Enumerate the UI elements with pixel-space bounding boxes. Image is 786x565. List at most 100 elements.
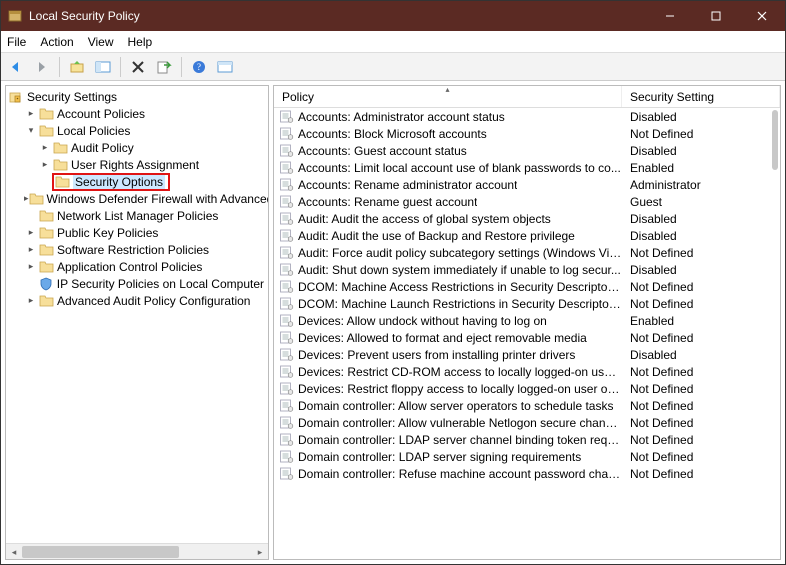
forward-button[interactable] xyxy=(31,56,53,78)
tree-item[interactable]: ▸Application Control Policies xyxy=(6,258,268,275)
policy-row[interactable]: DCOM: Machine Access Restrictions in Sec… xyxy=(274,278,780,295)
policy-row[interactable]: Accounts: Rename guest accountGuest xyxy=(274,193,780,210)
expander-icon[interactable]: ▾ xyxy=(24,125,38,136)
policy-row[interactable]: Domain controller: Refuse machine accoun… xyxy=(274,465,780,482)
back-button[interactable] xyxy=(5,56,27,78)
policy-row[interactable]: Audit: Audit the access of global system… xyxy=(274,210,780,227)
policy-row[interactable]: Devices: Allow undock without having to … xyxy=(274,312,780,329)
policy-setting: Not Defined xyxy=(622,450,780,464)
policy-name: Accounts: Administrator account status xyxy=(298,110,505,124)
tree-item-label: Network List Manager Policies xyxy=(57,209,218,223)
expander-icon[interactable]: ▸ xyxy=(38,159,52,170)
folder-icon xyxy=(38,107,54,121)
policy-name-cell: DCOM: Machine Launch Restrictions in Sec… xyxy=(274,297,622,311)
maximize-button[interactable] xyxy=(693,1,739,31)
tree-item[interactable]: Network List Manager Policies xyxy=(6,207,268,224)
policy-setting: Not Defined xyxy=(622,297,780,311)
scroll-right-icon[interactable]: ▸ xyxy=(252,544,268,560)
menubar: File Action View Help xyxy=(1,31,785,53)
policy-row[interactable]: Devices: Allowed to format and eject rem… xyxy=(274,329,780,346)
help-button[interactable]: ? xyxy=(188,56,210,78)
window-controls xyxy=(647,1,785,31)
policy-icon xyxy=(278,467,294,481)
policy-icon xyxy=(278,246,294,260)
policy-row[interactable]: Devices: Restrict CD-ROM access to local… xyxy=(274,363,780,380)
up-button[interactable] xyxy=(66,56,88,78)
menu-view[interactable]: View xyxy=(88,35,114,49)
policy-row[interactable]: Accounts: Administrator account statusDi… xyxy=(274,108,780,125)
menu-action[interactable]: Action xyxy=(40,35,73,49)
policy-setting: Not Defined xyxy=(622,331,780,345)
expander-icon[interactable]: ▸ xyxy=(24,227,38,238)
policy-row[interactable]: DCOM: Machine Launch Restrictions in Sec… xyxy=(274,295,780,312)
menu-help[interactable]: Help xyxy=(128,35,153,49)
expander-icon[interactable]: ▸ xyxy=(24,295,38,306)
policy-name-cell: Devices: Restrict floppy access to local… xyxy=(274,382,622,396)
close-button[interactable] xyxy=(739,1,785,31)
policy-row[interactable]: Domain controller: LDAP server channel b… xyxy=(274,431,780,448)
tree-item[interactable]: ▸Software Restriction Policies xyxy=(6,241,268,258)
tree-item[interactable]: IP Security Policies on Local Computer xyxy=(6,275,268,292)
policy-row[interactable]: Audit: Audit the use of Backup and Resto… xyxy=(274,227,780,244)
expander-icon[interactable]: ▸ xyxy=(38,142,52,153)
minimize-button[interactable] xyxy=(647,1,693,31)
titlebar: Local Security Policy xyxy=(1,1,785,31)
tree-hscrollbar[interactable]: ◂ ▸ xyxy=(6,543,268,559)
policy-icon xyxy=(278,365,294,379)
policy-row[interactable]: Domain controller: LDAP server signing r… xyxy=(274,448,780,465)
policy-row[interactable]: Accounts: Limit local account use of bla… xyxy=(274,159,780,176)
policy-name: Accounts: Guest account status xyxy=(298,144,467,158)
sort-indicator-icon: ▴ xyxy=(445,85,449,94)
tree-item[interactable]: Security Options xyxy=(6,173,268,190)
menu-file[interactable]: File xyxy=(7,35,26,49)
policy-icon xyxy=(278,382,294,396)
tree-item[interactable]: ▸User Rights Assignment xyxy=(6,156,268,173)
policy-name: Audit: Force audit policy subcategory se… xyxy=(298,246,622,260)
policy-name-cell: Accounts: Rename guest account xyxy=(274,195,622,209)
policy-name-cell: Audit: Audit the use of Backup and Resto… xyxy=(274,229,622,243)
column-setting[interactable]: Security Setting xyxy=(622,86,780,107)
expander-icon[interactable]: ▸ xyxy=(24,261,38,272)
policy-name: Accounts: Block Microsoft accounts xyxy=(298,127,487,141)
policy-name-cell: Accounts: Rename administrator account xyxy=(274,178,622,192)
policy-name-cell: DCOM: Machine Access Restrictions in Sec… xyxy=(274,280,622,294)
policy-icon xyxy=(278,110,294,124)
scroll-left-icon[interactable]: ◂ xyxy=(6,544,22,560)
policy-row[interactable]: Accounts: Rename administrator accountAd… xyxy=(274,176,780,193)
policy-list[interactable]: Accounts: Administrator account statusDi… xyxy=(274,108,780,559)
security-settings-tree[interactable]: Security Settings▸Account Policies▾Local… xyxy=(6,86,268,543)
policy-name: Devices: Allowed to format and eject rem… xyxy=(298,331,587,345)
tree-item[interactable]: ▾Local Policies xyxy=(6,122,268,139)
tree-item[interactable]: ▸Public Key Policies xyxy=(6,224,268,241)
expander-icon[interactable]: ▸ xyxy=(24,244,38,255)
policy-row[interactable]: Audit: Shut down system immediately if u… xyxy=(274,261,780,278)
tree-root[interactable]: Security Settings xyxy=(6,88,268,105)
policy-name-cell: Accounts: Administrator account status xyxy=(274,110,622,124)
tree-item[interactable]: ▸Windows Defender Firewall with Advanced… xyxy=(6,190,268,207)
show-hide-tree-button[interactable] xyxy=(92,56,114,78)
policy-icon xyxy=(278,161,294,175)
policy-row[interactable]: Devices: Restrict floppy access to local… xyxy=(274,380,780,397)
tree-item[interactable]: ▸Advanced Audit Policy Configuration xyxy=(6,292,268,309)
folder-icon xyxy=(38,260,54,274)
toolbar: ? xyxy=(1,53,785,81)
tree-item-label: Security Options xyxy=(73,175,165,189)
export-button[interactable] xyxy=(153,56,175,78)
policy-name: Devices: Restrict CD-ROM access to local… xyxy=(298,365,622,379)
delete-button[interactable] xyxy=(127,56,149,78)
properties-button[interactable] xyxy=(214,56,236,78)
policy-row[interactable]: Domain controller: Allow vulnerable Netl… xyxy=(274,414,780,431)
policy-row[interactable]: Accounts: Guest account statusDisabled xyxy=(274,142,780,159)
policy-row[interactable]: Accounts: Block Microsoft accountsNot De… xyxy=(274,125,780,142)
policy-row[interactable]: Domain controller: Allow server operator… xyxy=(274,397,780,414)
scroll-thumb[interactable] xyxy=(22,546,179,558)
column-policy[interactable]: Policy ▴ xyxy=(274,86,622,107)
list-vscrollbar[interactable] xyxy=(772,110,778,170)
policy-row[interactable]: Devices: Prevent users from installing p… xyxy=(274,346,780,363)
tree-item[interactable]: ▸Account Policies xyxy=(6,105,268,122)
policy-row[interactable]: Audit: Force audit policy subcategory se… xyxy=(274,244,780,261)
policy-icon xyxy=(278,433,294,447)
expander-icon[interactable]: ▸ xyxy=(24,108,38,119)
tree-item[interactable]: ▸Audit Policy xyxy=(6,139,268,156)
policy-icon xyxy=(278,280,294,294)
